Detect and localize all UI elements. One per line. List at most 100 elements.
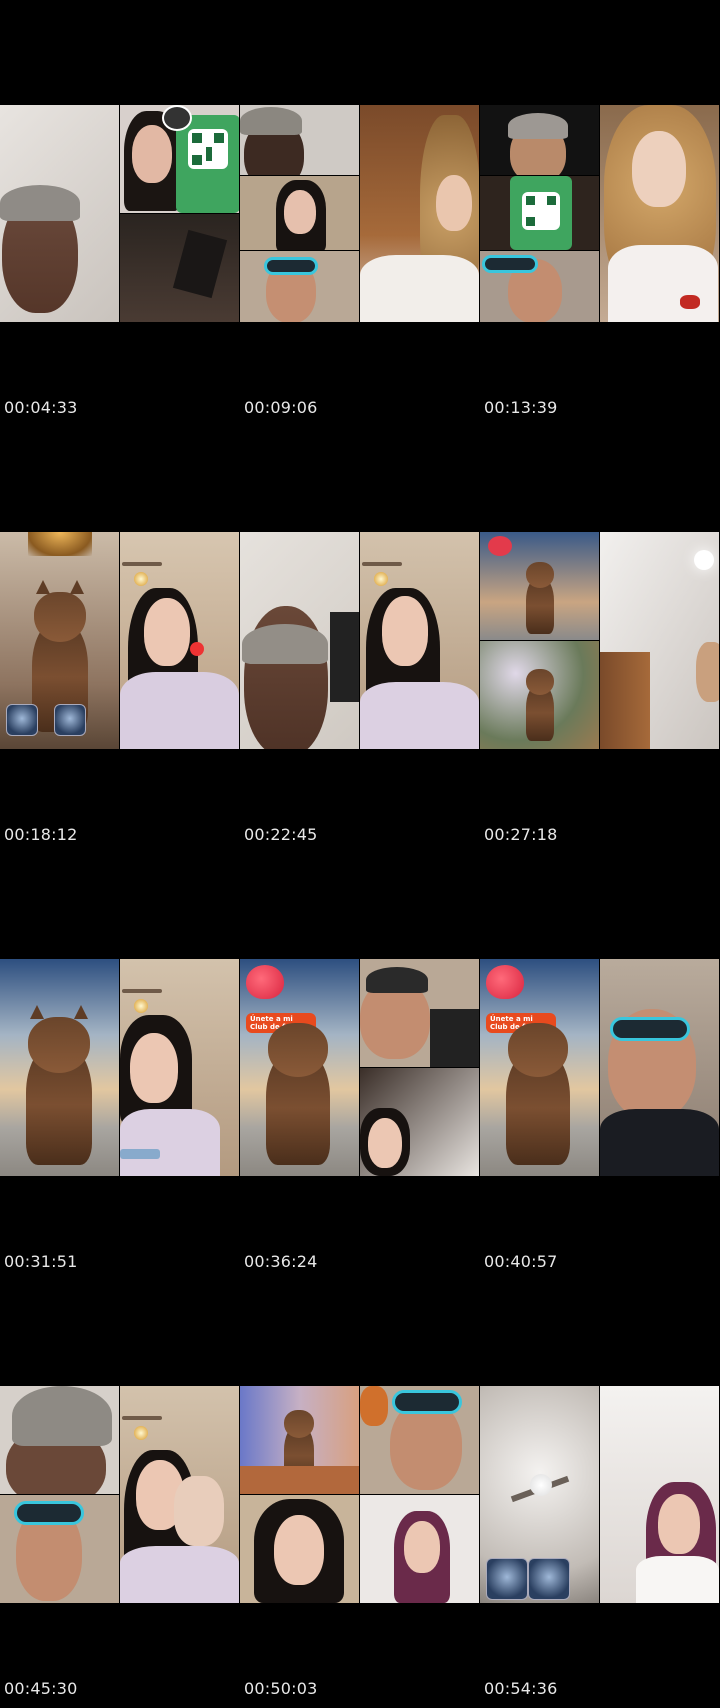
thumbnail-23[interactable] (480, 1386, 599, 1603)
door-frame (600, 652, 650, 749)
cap-icon (12, 1386, 112, 1446)
cap-icon (0, 185, 80, 221)
person-face (284, 190, 316, 234)
person-face (436, 175, 472, 231)
thumbnail-13[interactable] (0, 959, 119, 1176)
hand (174, 1476, 224, 1546)
cap-icon (240, 107, 302, 135)
pane-top (120, 105, 239, 213)
ceiling-fan-icon (362, 562, 402, 566)
person-face (368, 1118, 402, 1168)
pane-top (360, 959, 479, 1067)
thumbnail-2[interactable] (120, 105, 239, 322)
lamp-icon (28, 532, 92, 556)
heart-icon (486, 965, 524, 999)
thumbnail-1[interactable] (0, 105, 119, 322)
thumbnail-16[interactable] (360, 959, 479, 1176)
person-face (130, 1033, 178, 1103)
pane-top (0, 1386, 119, 1494)
heart-icon (488, 536, 512, 556)
goggles-icon (264, 257, 318, 275)
lamp-icon (134, 572, 148, 586)
thumbnail-3[interactable] (240, 105, 359, 322)
cat-head (34, 592, 86, 642)
qr-code-icon (188, 129, 228, 169)
thumbnail-15[interactable]: Únete a mi Club de fans (240, 959, 359, 1176)
pane-bottom (120, 214, 239, 322)
thumbnail-5[interactable] (480, 105, 599, 322)
timestamp: 00:13:39 (484, 398, 558, 417)
cat-head (508, 1023, 568, 1077)
qr-code-icon (522, 192, 560, 230)
avatar-icon[interactable] (528, 1558, 570, 1600)
timestamp: 00:54:36 (484, 1679, 558, 1698)
goggles-icon (610, 1017, 690, 1041)
avatar-icon[interactable] (486, 1558, 528, 1600)
thumbnail-20[interactable] (120, 1386, 239, 1603)
timestamp: 00:31:51 (4, 1252, 78, 1271)
thumbnail-7[interactable] (0, 532, 119, 749)
thumbnail-21[interactable] (240, 1386, 359, 1603)
avatar-icon[interactable] (54, 704, 86, 736)
pane-bottom (240, 251, 359, 322)
thumbnail-12[interactable] (600, 532, 719, 749)
goggles-icon (482, 255, 538, 273)
timestamp: 00:18:12 (4, 825, 78, 844)
person-face (632, 131, 686, 207)
thumbnail-19[interactable] (0, 1386, 119, 1603)
pane-middle (240, 176, 359, 250)
lamp-icon (134, 1426, 148, 1440)
lamp-icon (134, 999, 148, 1013)
pane-bottom (360, 1068, 479, 1176)
pane-top (240, 105, 359, 175)
person-face (382, 596, 428, 666)
cat-head (28, 1017, 90, 1073)
person-face (404, 1521, 440, 1573)
pane-bottom (360, 1495, 479, 1603)
ceiling-fan-icon (122, 562, 162, 566)
timestamp: 00:27:18 (484, 825, 558, 844)
timestamp: 00:40:57 (484, 1252, 558, 1271)
person-face (274, 1515, 324, 1585)
thumbnail-9[interactable] (240, 532, 359, 749)
ceiling-fan-icon (122, 989, 162, 993)
avatar-icon[interactable] (6, 704, 38, 736)
pane-top (480, 105, 599, 175)
person-face (132, 125, 172, 183)
person-face (144, 598, 190, 666)
cap-icon (366, 967, 428, 993)
cap-icon (242, 624, 328, 664)
person-face (658, 1494, 700, 1554)
pane-bottom (240, 1495, 359, 1603)
thumbnail-11[interactable] (480, 532, 599, 749)
pane-top (240, 1386, 359, 1494)
goggles-icon (392, 1390, 462, 1414)
thumbnail-4[interactable] (360, 105, 479, 322)
thumbnail-14[interactable] (120, 959, 239, 1176)
timestamp: 00:22:45 (244, 825, 318, 844)
thumbnail-22[interactable] (360, 1386, 479, 1603)
thumbnail-24[interactable] (600, 1386, 719, 1603)
timestamp: 00:50:03 (244, 1679, 318, 1698)
pane-top (360, 1386, 479, 1494)
thumbnail-18[interactable] (600, 959, 719, 1176)
light-icon (694, 550, 714, 570)
thumbnail-6[interactable] (600, 105, 719, 322)
pane-bottom (480, 251, 599, 322)
light-icon (530, 1474, 552, 1496)
timestamp: 00:36:24 (244, 1252, 318, 1271)
cat-head (268, 1023, 328, 1077)
pane-top (480, 532, 599, 640)
thumbnail-8[interactable] (120, 532, 239, 749)
heart-icon (246, 965, 284, 999)
pane-middle (480, 176, 599, 250)
timestamp: 00:45:30 (4, 1679, 78, 1698)
goggles-icon (14, 1501, 84, 1525)
lamp-icon (374, 572, 388, 586)
thumbnail-10[interactable] (360, 532, 479, 749)
pane-bottom (480, 641, 599, 749)
cap-icon (508, 113, 568, 139)
timestamp: 00:04:33 (4, 398, 78, 417)
thumbnail-17[interactable]: Únete a mi Club de fans (480, 959, 599, 1176)
ceiling-fan-icon (122, 1416, 162, 1420)
